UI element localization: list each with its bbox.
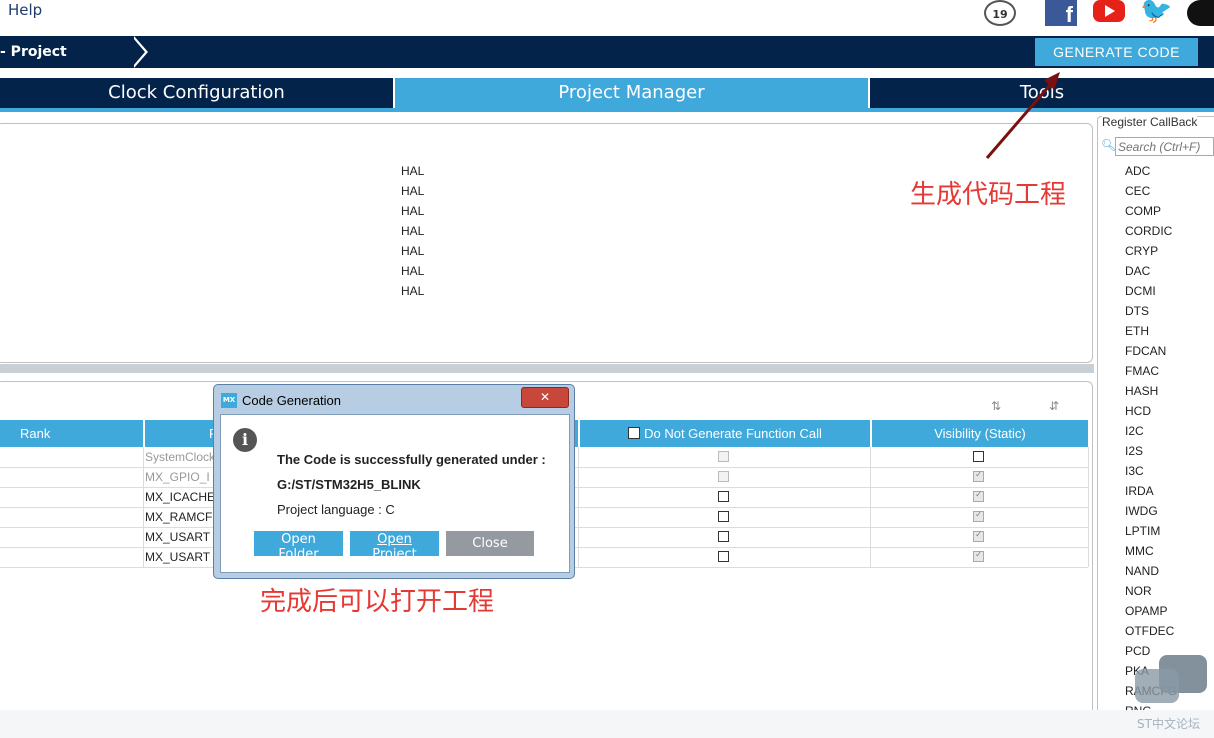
callback-item-otfdec[interactable]: OTFDEC (1125, 624, 1174, 638)
callback-item-irda[interactable]: IRDA (1125, 484, 1154, 498)
hal-item[interactable]: HAL (401, 284, 424, 298)
callback-item-cordic[interactable]: CORDIC (1125, 224, 1172, 238)
no-generate-checkbox (718, 471, 729, 482)
driver-selector-panel (0, 123, 1093, 363)
annotation-open: 完成后可以打开工程 (260, 587, 495, 617)
no-generate-checkbox (718, 451, 729, 462)
callback-item-nand[interactable]: NAND (1125, 564, 1159, 578)
mx-logo-icon: MX (221, 393, 237, 408)
visibility-checkbox (973, 510, 984, 522)
generate-code-button[interactable]: GENERATE CODE (1035, 38, 1198, 66)
callback-item-cec[interactable]: CEC (1125, 184, 1150, 198)
column-divider (578, 447, 579, 567)
register-callback-title: Register CallBack (1102, 115, 1198, 129)
breadcrumb-bar (0, 36, 1214, 68)
visibility-checkbox (973, 530, 984, 542)
callback-item-opamp[interactable]: OPAMP (1125, 604, 1167, 618)
callback-item-i2s[interactable]: I2S (1125, 444, 1143, 458)
visibility-checkbox (973, 470, 984, 482)
footer-strip (0, 710, 1214, 738)
close-icon[interactable]: ✕ (521, 387, 569, 408)
function-name-cell: MX_GPIO_I (145, 470, 210, 484)
callback-item-hash[interactable]: HASH (1125, 384, 1158, 398)
sort-descending-icon[interactable]: ⇵ (1049, 399, 1059, 413)
hal-item[interactable]: HAL (401, 244, 424, 258)
hal-item[interactable]: HAL (401, 164, 424, 178)
no-generate-checkbox[interactable] (718, 511, 729, 522)
column-divider (143, 447, 144, 567)
tab-clock-configuration[interactable]: Clock Configuration (0, 78, 393, 108)
search-icon: 🔍︎ (1101, 138, 1117, 152)
youtube-icon[interactable] (1093, 0, 1125, 22)
column-header-visibility[interactable]: Visibility (Static) (872, 420, 1088, 447)
breadcrumb-separator-fill (133, 38, 145, 66)
callback-item-dac[interactable]: DAC (1125, 264, 1150, 278)
hal-item[interactable]: HAL (401, 224, 424, 238)
no-generate-all-checkbox[interactable] (628, 427, 641, 439)
callback-item-mmc[interactable]: MMC (1125, 544, 1154, 558)
chat-bubble-icon[interactable] (1135, 655, 1207, 705)
success-message: The Code is successfully generated under… (277, 452, 546, 467)
forum-watermark: ST中文论坛 (1137, 717, 1200, 731)
sort-ascending-icon[interactable]: ⇅ (991, 399, 1001, 413)
callback-item-nor[interactable]: NOR (1125, 584, 1152, 598)
close-button[interactable]: Close (446, 531, 534, 556)
callback-item-iwdg[interactable]: IWDG (1125, 504, 1158, 518)
info-icon: i (233, 428, 257, 452)
callback-item-cryp[interactable]: CRYP (1125, 244, 1158, 258)
tab-project-manager[interactable]: Project Manager (395, 78, 868, 108)
column-divider (870, 447, 871, 567)
search-input[interactable] (1115, 137, 1214, 156)
function-name-cell: MX_RAMCF (145, 510, 213, 524)
no-generate-checkbox[interactable] (718, 491, 729, 502)
column-header-no-generate[interactable]: Do Not Generate Function Call (580, 420, 870, 447)
callback-item-dts[interactable]: DTS (1125, 304, 1149, 318)
callback-item-fdcan[interactable]: FDCAN (1125, 344, 1166, 358)
visibility-checkbox (973, 490, 984, 502)
panel-splitter[interactable] (0, 364, 1094, 373)
callback-item-i3c[interactable]: I3C (1125, 464, 1144, 478)
column-header-rank[interactable]: Rank (0, 420, 143, 447)
callback-item-lptim[interactable]: LPTIM (1125, 524, 1160, 538)
callback-item-i2c[interactable]: I2C (1125, 424, 1144, 438)
dialog-title: Code Generation (242, 393, 342, 408)
hal-item[interactable]: HAL (401, 204, 424, 218)
function-name-cell: MX_ICACHE (145, 490, 216, 504)
project-language: Project language : C (277, 502, 395, 517)
annotation-generate: 生成代码工程 (910, 180, 1067, 210)
function-name-cell: MX_USART (145, 550, 211, 564)
menu-help[interactable]: Help (8, 1, 42, 19)
function-name-cell: SystemClock (145, 450, 216, 464)
hal-item[interactable]: HAL (401, 184, 424, 198)
callback-item-eth[interactable]: ETH (1125, 324, 1149, 338)
callback-item-dcmi[interactable]: DCMI (1125, 284, 1156, 298)
output-path: G:/ST/STM32H5_BLINK (277, 477, 421, 492)
function-name-cell: MX_USART (145, 530, 211, 544)
no-generate-checkbox[interactable] (718, 531, 729, 542)
hal-item[interactable]: HAL (401, 264, 424, 278)
visibility-checkbox[interactable] (973, 451, 984, 462)
anniversary-badge-icon: 19 (984, 0, 1016, 26)
column-header-no-generate-label: Do Not Generate Function Call (644, 426, 822, 441)
callback-item-hcd[interactable]: HCD (1125, 404, 1151, 418)
open-project-button[interactable]: Open Project (350, 531, 439, 562)
visibility-checkbox (973, 550, 984, 562)
callback-item-adc[interactable]: ADC (1125, 164, 1150, 178)
breadcrumb[interactable]: - Project Manager (0, 38, 134, 88)
callback-item-fmac[interactable]: FMAC (1125, 364, 1159, 378)
open-folder-button[interactable]: Open Folder (254, 531, 343, 562)
github-icon[interactable] (1187, 0, 1214, 26)
column-divider (1088, 447, 1089, 567)
twitter-icon[interactable]: 🐦 (1140, 0, 1174, 24)
facebook-icon[interactable]: f (1045, 0, 1077, 27)
callback-item-comp[interactable]: COMP (1125, 204, 1161, 218)
no-generate-checkbox[interactable] (718, 551, 729, 562)
annotation-arrow-icon (985, 72, 1060, 159)
